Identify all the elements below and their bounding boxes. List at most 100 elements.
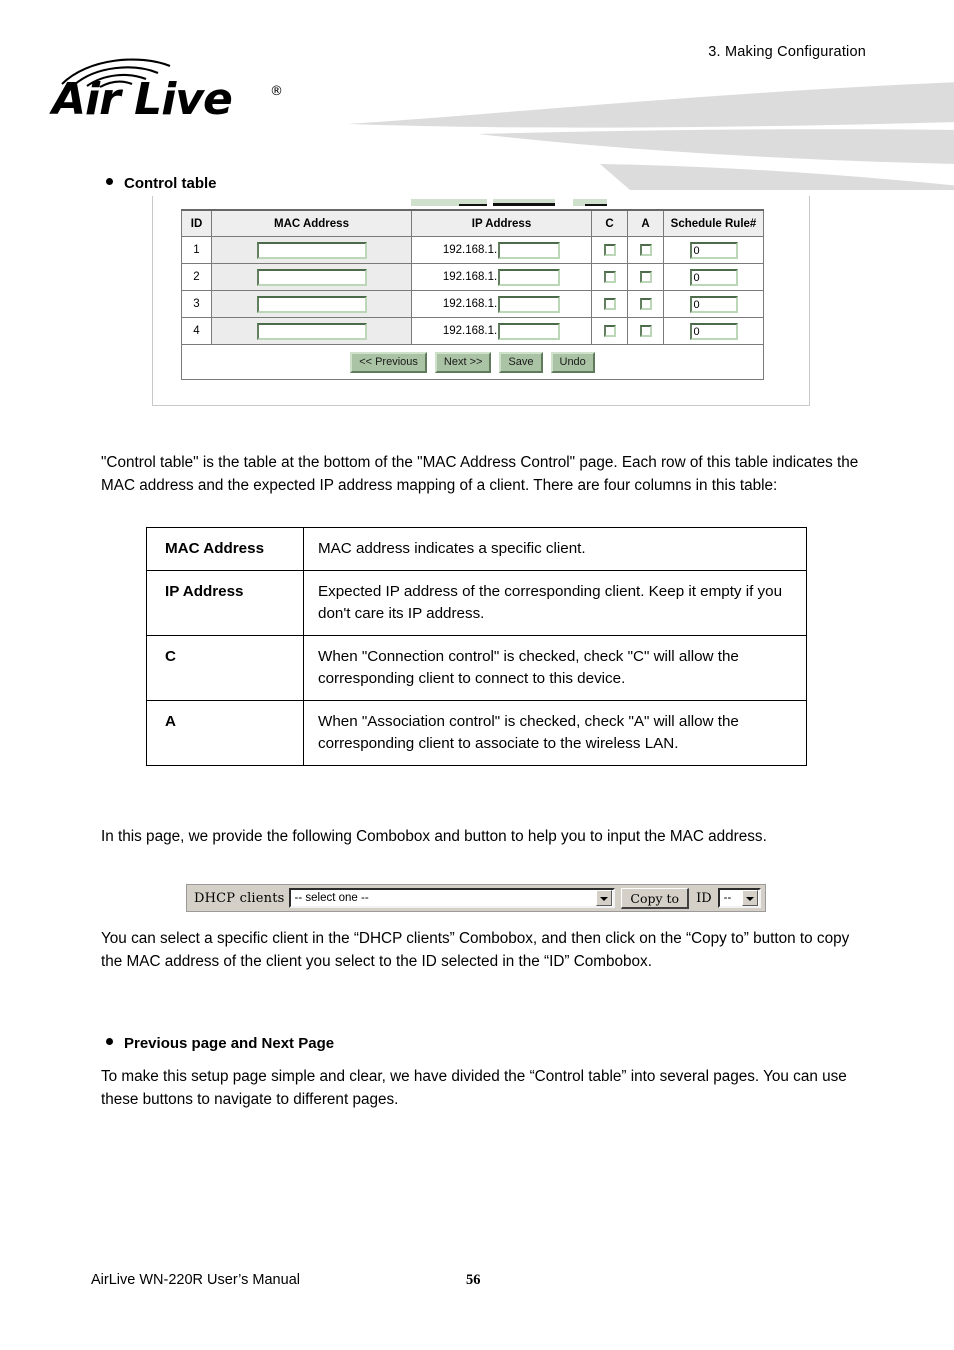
undo-button[interactable]: Undo: [550, 351, 595, 373]
id-select[interactable]: --: [717, 888, 761, 908]
ip-prefix-label: 192.168.1.: [442, 298, 498, 310]
mac-address-cell: [211, 263, 412, 291]
next-button[interactable]: Next >>: [434, 351, 492, 373]
footer-page-number: 56: [466, 1272, 481, 1288]
ip-prefix-label: 192.168.1.: [442, 325, 498, 337]
paragraph-pagination-explanation: To make this setup page simple and clear…: [101, 1068, 847, 1108]
association-checkbox[interactable]: [639, 270, 652, 283]
association-checkbox[interactable]: [639, 324, 652, 337]
heading-control-table: Control table: [106, 175, 217, 192]
definition-desc-a: When "Association control" is checked, c…: [303, 700, 807, 766]
table-row: IP Address Expected IP address of the co…: [146, 570, 807, 636]
connection-checkbox[interactable]: [603, 243, 616, 256]
chevron-down-icon[interactable]: [596, 890, 613, 906]
table-row: C When "Connection control" is checked, …: [146, 635, 807, 701]
association-checkbox[interactable]: [639, 297, 652, 310]
row-id: 4: [181, 317, 212, 345]
decorative-swoosh-graphic: [300, 78, 954, 190]
page-footer: AirLive WN-220R User’s Manual 56: [0, 1272, 954, 1296]
row-id: 1: [181, 236, 212, 264]
table-row: A When "Association control" is checked,…: [146, 700, 807, 766]
control-table-screenshot: ID MAC Address IP Address C A Schedule R…: [152, 196, 810, 406]
association-cell: [627, 317, 664, 345]
definition-desc-mac-address: MAC address indicates a specific client.: [303, 527, 807, 571]
mac-address-input[interactable]: [256, 295, 367, 313]
col-header-ip-address: IP Address: [411, 209, 592, 237]
col-header-c: C: [591, 209, 628, 237]
table-row: MAC Address MAC address indicates a spec…: [146, 527, 807, 571]
id-label: ID: [696, 890, 712, 906]
dhcp-clients-select[interactable]: -- select one --: [288, 888, 616, 908]
bullet-dot-icon: [106, 1038, 113, 1045]
definition-term-a: A: [146, 700, 304, 766]
schedule-rule-value: 0: [693, 325, 700, 338]
heading-previous-next-page: Previous page and Next Page: [106, 1035, 334, 1052]
schedule-rule-input[interactable]: 0: [689, 295, 738, 313]
schedule-rule-cell: 0: [663, 263, 764, 291]
schedule-rule-cell: 0: [663, 236, 764, 264]
association-checkbox[interactable]: [639, 243, 652, 256]
ip-prefix-label: 192.168.1.: [442, 244, 498, 256]
connection-checkbox[interactable]: [603, 297, 616, 310]
cropped-widgets-row: [153, 196, 809, 209]
ip-address-input[interactable]: [498, 322, 561, 340]
heading-previous-next-page-label: Previous page and Next Page: [124, 1035, 335, 1052]
col-header-id: ID: [181, 209, 212, 237]
ip-address-cell: 192.168.1.: [411, 263, 592, 291]
ip-address-cell: 192.168.1.: [411, 290, 592, 318]
previous-button[interactable]: << Previous: [350, 351, 427, 373]
row-id: 2: [181, 263, 212, 291]
dhcp-clients-selected-value: -- select one --: [294, 892, 369, 904]
schedule-rule-input[interactable]: 0: [689, 322, 738, 340]
cropped-field-3: [573, 199, 607, 206]
logo-wordmark: Air Live: [52, 74, 233, 125]
schedule-rule-value: 0: [693, 244, 700, 257]
schedule-rule-input[interactable]: 0: [689, 268, 738, 286]
control-table: ID MAC Address IP Address C A Schedule R…: [181, 209, 764, 380]
mac-address-input[interactable]: [256, 268, 367, 286]
registered-trademark-icon: ®: [270, 84, 283, 99]
save-button[interactable]: Save: [499, 351, 543, 373]
control-table-header-row: ID MAC Address IP Address C A Schedule R…: [181, 209, 764, 237]
row-id: 3: [181, 290, 212, 318]
connection-checkbox[interactable]: [603, 270, 616, 283]
paragraph-control-table-intro: "Control table" is the table at the bott…: [101, 454, 859, 494]
definition-desc-ip-address: Expected IP address of the corresponding…: [303, 570, 807, 636]
definition-term-c: C: [146, 635, 304, 701]
definition-desc-c: When "Connection control" is checked, ch…: [303, 635, 807, 701]
chevron-down-icon[interactable]: [742, 890, 758, 906]
schedule-rule-value: 0: [693, 298, 700, 311]
copy-to-button[interactable]: Copy to: [621, 887, 690, 909]
connection-cell: [591, 317, 628, 345]
table-row: 3 192.168.1. 0: [181, 290, 764, 318]
ip-address-input[interactable]: [498, 241, 561, 259]
ip-address-cell: 192.168.1.: [411, 317, 592, 345]
ip-address-cell: 192.168.1.: [411, 236, 592, 264]
mac-address-input[interactable]: [256, 322, 367, 340]
control-table-buttons-row: << Previous Next >> Save Undo: [181, 344, 764, 380]
schedule-rule-input[interactable]: 0: [689, 241, 738, 259]
mac-address-input[interactable]: [256, 241, 367, 259]
connection-cell: [591, 263, 628, 291]
table-row: 2 192.168.1. 0: [181, 263, 764, 291]
connection-cell: [591, 236, 628, 264]
definition-term-mac-address: MAC Address: [146, 527, 304, 571]
ip-address-input[interactable]: [498, 295, 561, 313]
col-header-mac-address: MAC Address: [211, 209, 412, 237]
airlive-logo: Air Live ®: [52, 58, 302, 140]
connection-cell: [591, 290, 628, 318]
footer-manual-title: AirLive WN-220R User’s Manual: [91, 1272, 300, 1288]
ip-address-input[interactable]: [498, 268, 561, 286]
connection-checkbox[interactable]: [603, 324, 616, 337]
col-header-schedule-rule: Schedule Rule#: [663, 209, 764, 237]
table-row: 4 192.168.1. 0: [181, 317, 764, 345]
dhcp-clients-label: DHCP clients: [194, 890, 285, 906]
association-cell: [627, 236, 664, 264]
schedule-rule-value: 0: [693, 271, 700, 284]
col-header-a: A: [627, 209, 664, 237]
dhcp-clients-screenshot: DHCP clients -- select one -- Copy to ID…: [186, 884, 766, 912]
bullet-dot-icon: [106, 178, 113, 185]
buttons-cell: << Previous Next >> Save Undo: [181, 344, 764, 380]
cropped-field-2: [493, 199, 555, 206]
schedule-rule-cell: 0: [663, 290, 764, 318]
